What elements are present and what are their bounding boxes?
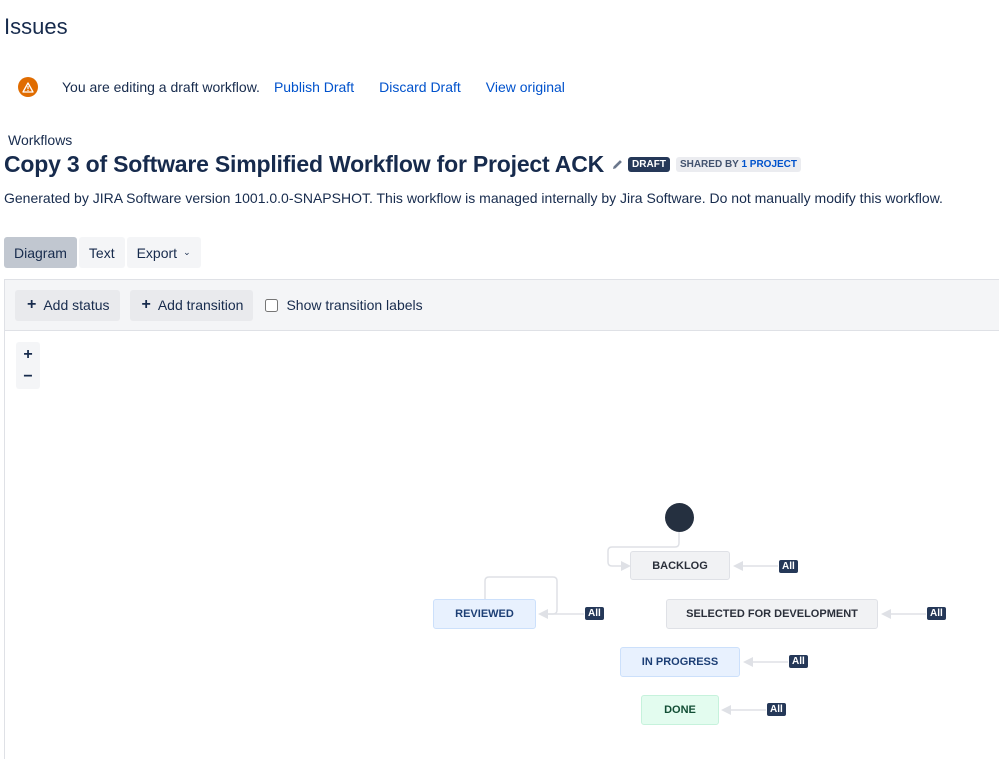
global-transition-selected[interactable]: All [927,607,946,620]
arrowhead-icon [721,705,731,715]
global-transition-done[interactable]: All [767,703,786,716]
transition-lines [484,532,926,715]
arrowhead-icon [538,609,548,619]
status-selected-for-development[interactable]: SELECTED FOR DEVELOPMENT [666,599,878,629]
start-node[interactable] [665,503,694,532]
status-reviewed[interactable]: REVIEWED [433,599,536,629]
status-done[interactable]: DONE [641,695,719,725]
arrowhead-icon [733,561,743,571]
global-transition-reviewed[interactable]: All [585,607,604,620]
global-transition-backlog[interactable]: All [779,560,798,573]
global-transition-in-progress[interactable]: All [789,655,808,668]
arrowhead-icon [743,657,753,667]
diagram-canvas: BACKLOG All REVIEWED All SELECTED FOR DE… [0,0,999,753]
status-in-progress[interactable]: IN PROGRESS [620,647,740,677]
status-backlog[interactable]: BACKLOG [630,551,730,580]
arrowhead-icon [881,609,891,619]
